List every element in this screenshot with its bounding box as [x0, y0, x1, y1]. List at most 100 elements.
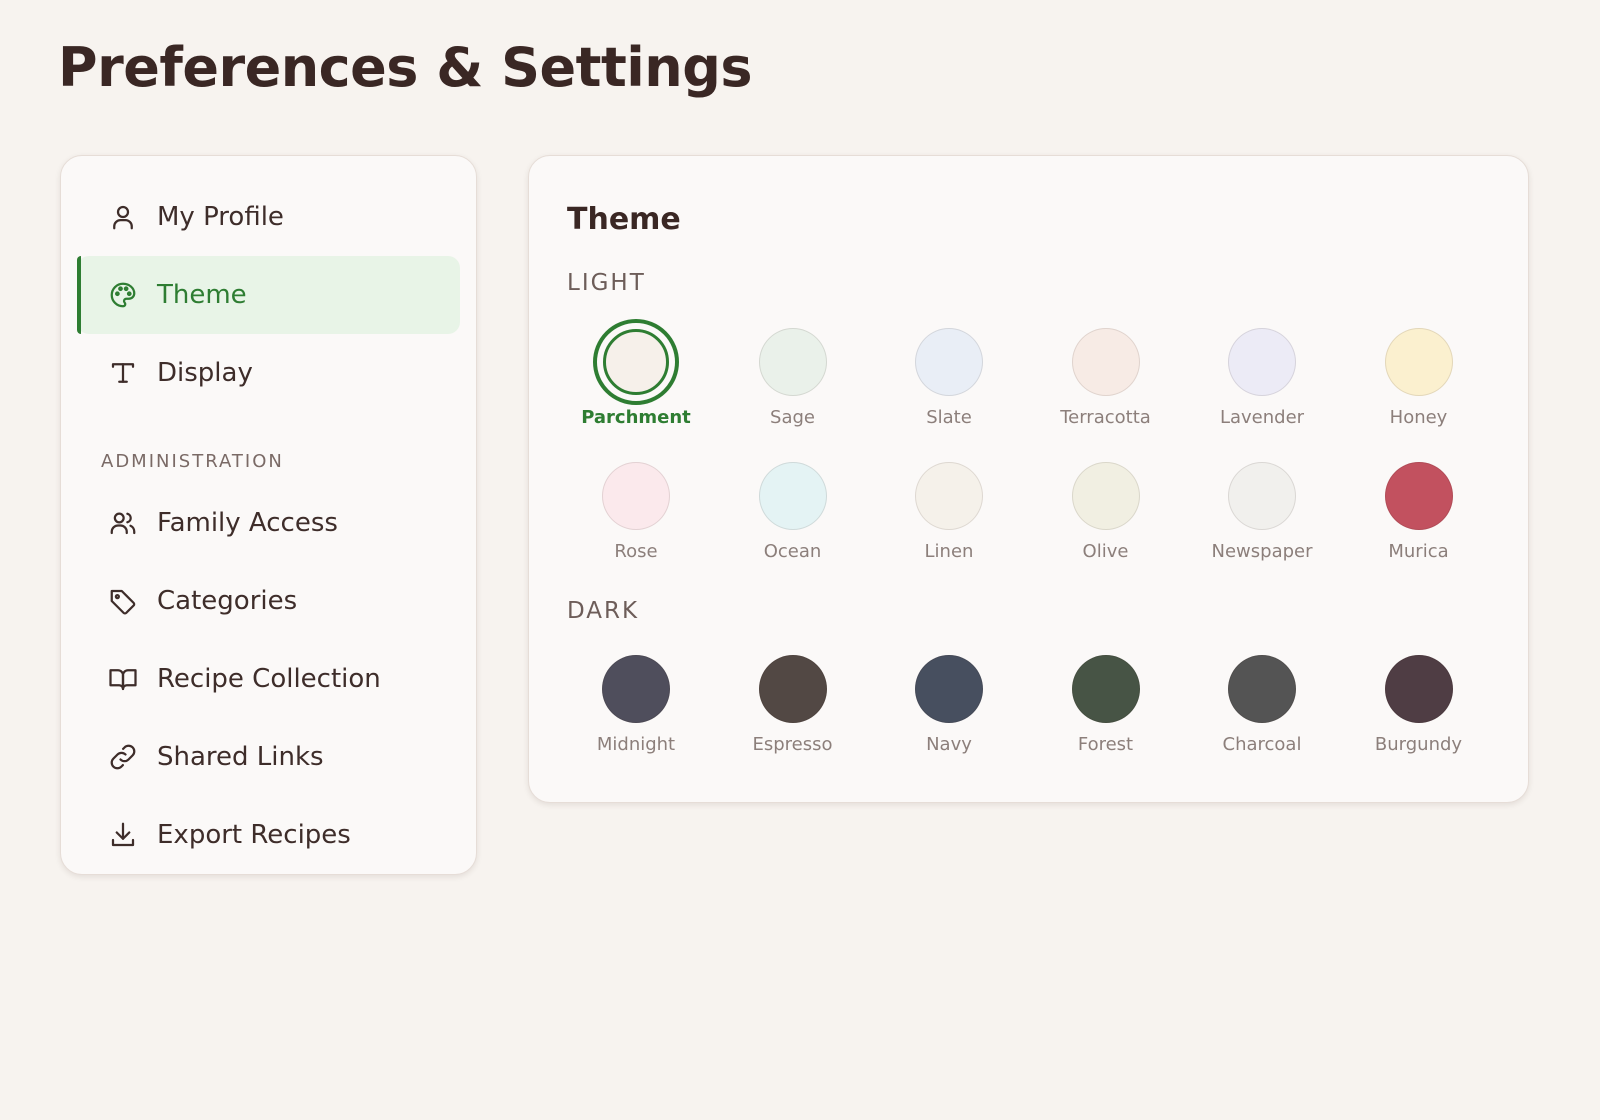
link-icon [107, 741, 139, 773]
theme-swatch-sage[interactable]: Sage [715, 319, 871, 429]
sidebar-item-export-recipes[interactable]: Export Recipes [77, 796, 460, 874]
type-icon [107, 357, 139, 389]
theme-swatch-parchment[interactable]: Parchment [558, 319, 714, 429]
theme-swatch-terracotta[interactable]: Terracotta [1028, 319, 1184, 429]
sidebar-item-label: Shared Links [157, 742, 324, 772]
palette-icon [107, 279, 139, 311]
theme-swatch-slate[interactable]: Slate [871, 319, 1027, 429]
theme-color-circle [602, 462, 670, 530]
theme-swatch-ring [1219, 646, 1305, 732]
theme-swatch-label: Honey [1389, 407, 1448, 428]
theme-color-circle [915, 462, 983, 530]
theme-swatch-burgundy[interactable]: Burgundy [1341, 646, 1497, 756]
dark-theme-row: Midnight Espresso Navy Forest Charcoal Burgun… [529, 646, 1530, 756]
sidebar-item-label: Family Access [157, 508, 338, 538]
theme-swatch-label: Lavender [1219, 407, 1305, 428]
theme-swatch-newspaper[interactable]: Newspaper [1184, 453, 1340, 563]
theme-swatch-label: Midnight [596, 734, 676, 755]
theme-swatch-ring [906, 453, 992, 539]
theme-color-circle [915, 328, 983, 396]
theme-color-circle [1384, 328, 1453, 396]
theme-swatch-label: Espresso [752, 734, 833, 755]
theme-swatch-label: Navy [926, 734, 972, 755]
theme-panel: Theme LIGHT Parchment Sage Slate Terracotta… [528, 155, 1529, 803]
sidebar-item-theme[interactable]: Theme [77, 256, 460, 334]
theme-swatch-label: Newspaper [1211, 541, 1313, 562]
theme-color-circle [1228, 655, 1296, 723]
tag-icon [107, 585, 139, 617]
theme-swatch-ocean[interactable]: Ocean [715, 453, 871, 563]
sidebar-item-label: Export Recipes [157, 820, 351, 850]
theme-swatch-olive[interactable]: Olive [1028, 453, 1184, 563]
sidebar-item-recipe-collection[interactable]: Recipe Collection [77, 640, 460, 718]
theme-swatch-label: Charcoal [1222, 734, 1302, 755]
theme-swatch-label: Murica [1388, 541, 1449, 562]
theme-swatch-ring [906, 319, 992, 405]
user-icon [107, 201, 139, 233]
theme-swatch-ring [750, 319, 836, 405]
sidebar-item-label: Recipe Collection [157, 664, 381, 694]
theme-swatch-rose[interactable]: Rose [558, 453, 714, 563]
panel-title: Theme [567, 202, 681, 237]
theme-swatch-label: Terracotta [1060, 407, 1151, 428]
theme-swatch-linen[interactable]: Linen [871, 453, 1027, 563]
theme-swatch-honey[interactable]: Honey [1341, 319, 1497, 429]
theme-swatch-label: Burgundy [1374, 734, 1463, 755]
sidebar-item-label: Display [157, 358, 253, 388]
theme-color-circle [1071, 328, 1140, 396]
theme-swatch-ring [1376, 319, 1462, 405]
theme-swatch-label: Linen [924, 541, 974, 562]
dark-themes-label: DARK [567, 598, 640, 624]
sidebar-item-family-access[interactable]: Family Access [77, 484, 460, 562]
theme-swatch-label: Parchment [581, 407, 691, 428]
theme-color-circle [758, 328, 827, 396]
light-themes-label: LIGHT [567, 270, 646, 296]
sidebar-item-categories[interactable]: Categories [77, 562, 460, 640]
theme-swatch-label: Ocean [763, 541, 822, 562]
users-icon [107, 507, 139, 539]
book-icon [107, 663, 139, 695]
theme-swatch-ring [906, 646, 992, 732]
theme-swatch-label: Forest [1077, 734, 1134, 755]
theme-swatch-label: Sage [770, 407, 815, 428]
theme-swatch-navy[interactable]: Navy [871, 646, 1027, 756]
theme-swatch-ring [593, 453, 679, 539]
sidebar-item-label: My Profile [157, 202, 284, 232]
theme-swatch-ring [1219, 319, 1305, 405]
theme-swatch-ring [1376, 646, 1462, 732]
sidebar-item-label: Theme [157, 280, 247, 310]
theme-swatch-ring [1376, 453, 1462, 539]
theme-color-circle [1071, 655, 1140, 723]
theme-swatch-midnight[interactable]: Midnight [558, 646, 714, 756]
theme-swatch-label: Slate [926, 407, 972, 428]
settings-sidebar: My Profile Theme Display ADMINISTRATION … [60, 155, 477, 875]
theme-color-circle [1071, 462, 1140, 530]
theme-color-circle [602, 655, 670, 723]
light-theme-row: Parchment Sage Slate Terracotta Lavender Hone… [529, 319, 1530, 429]
theme-swatch-ring [750, 646, 836, 732]
sidebar-item-display[interactable]: Display [77, 334, 460, 412]
theme-swatch-ring [1063, 646, 1149, 732]
theme-swatch-murica[interactable]: Murica [1341, 453, 1497, 563]
theme-swatch-ring [1063, 453, 1149, 539]
theme-swatch-ring [593, 646, 679, 732]
theme-color-circle [1228, 462, 1296, 530]
theme-color-circle [1384, 462, 1453, 530]
theme-color-circle [915, 655, 983, 723]
theme-swatch-ring [1063, 319, 1149, 405]
sidebar-item-label: Categories [157, 586, 298, 616]
page-title: Preferences & Settings [58, 36, 753, 99]
theme-swatch-charcoal[interactable]: Charcoal [1184, 646, 1340, 756]
theme-color-circle [1228, 328, 1296, 396]
download-icon [107, 819, 139, 851]
sidebar-item-my-profile[interactable]: My Profile [77, 178, 460, 256]
theme-swatch-label: Rose [614, 541, 658, 562]
theme-swatch-label: Olive [1082, 541, 1129, 562]
theme-color-circle [758, 462, 827, 530]
light-theme-row: Rose Ocean Linen Olive Newspaper Murica [529, 453, 1530, 563]
sidebar-item-shared-links[interactable]: Shared Links [77, 718, 460, 796]
theme-swatch-lavender[interactable]: Lavender [1184, 319, 1340, 429]
theme-swatch-forest[interactable]: Forest [1028, 646, 1184, 756]
theme-swatch-ring [750, 453, 836, 539]
theme-swatch-espresso[interactable]: Espresso [715, 646, 871, 756]
